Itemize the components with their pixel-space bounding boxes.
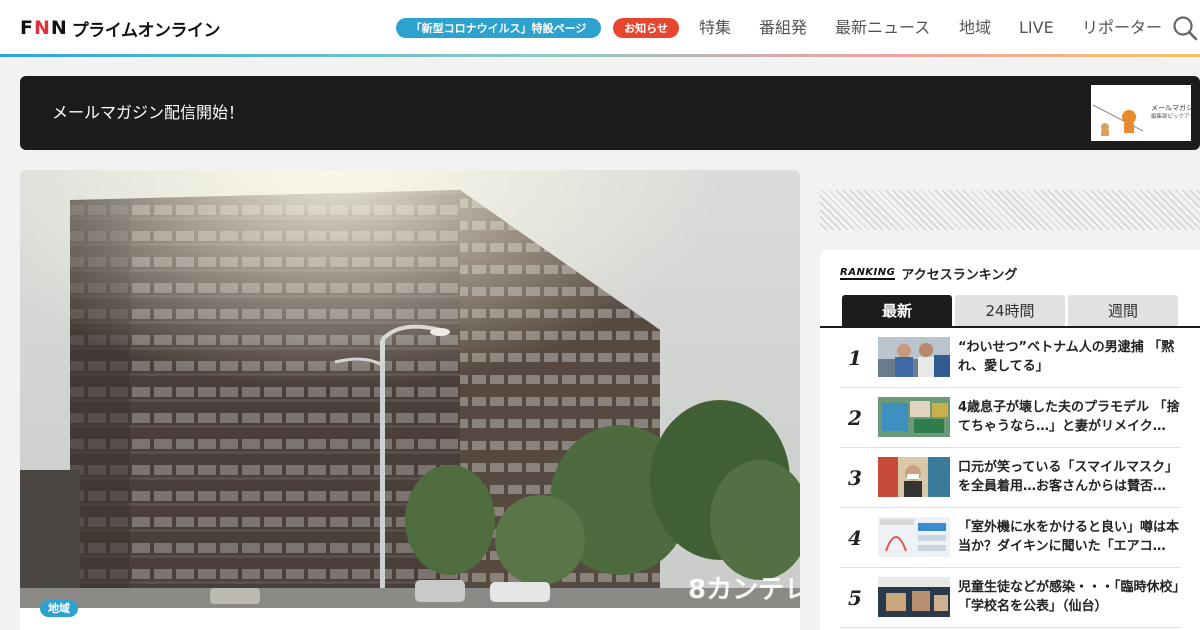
logo-fnn: FNN <box>20 17 68 39</box>
tab-latest[interactable]: 最新 <box>842 295 952 326</box>
ranking-header: RANKING アクセスランキング <box>840 264 1017 283</box>
kantele-watermark: 8カンテレ <box>688 575 800 605</box>
ranking-title[interactable]: 4歳息子が壊した夫のプラモデル 「捨てちゃうなら…」と妻がリメイク… <box>958 398 1182 436</box>
ranking-title[interactable]: 「室外機に水をかけると良い」噂は本当か？ダイキンに聞いた「エアコ… <box>958 518 1182 556</box>
rank-number: 4 <box>848 526 862 550</box>
site-logo[interactable]: FNN プライムオンライン <box>20 16 221 41</box>
rank-number: 1 <box>848 346 862 370</box>
access-ranking-panel: RANKING アクセスランキング 最新 24時間 週間 1 “わいせつ”ベトナ… <box>820 250 1200 630</box>
nav-features[interactable]: 特集 <box>699 18 731 38</box>
nav-reporters[interactable]: リポーター <box>1082 18 1162 38</box>
nav-region[interactable]: 地域 <box>959 18 991 38</box>
mail-magazine-thumbnail[interactable]: メールマガジン 編集部ピックアップ <box>1091 85 1191 141</box>
nav-programs[interactable]: 番組発 <box>759 18 807 38</box>
ranking-thumbnail[interactable] <box>878 337 950 377</box>
search-icon[interactable] <box>1172 15 1198 41</box>
article-card[interactable]: 8カンテレ 地域 <box>20 170 800 630</box>
ad-placeholder <box>820 190 1200 230</box>
logo-text: プライムオンライン <box>71 20 221 41</box>
rank-number: 3 <box>848 466 862 490</box>
ranking-thumbnail[interactable] <box>878 457 950 497</box>
ranking-item[interactable]: 4 「室外機に水をかけると良い」噂は本当か？ダイキンに聞いた「エアコ… <box>840 508 1180 568</box>
ranking-title[interactable]: 口元が笑っている「スマイルマスク」を全員着用…お客さんからは賛否… <box>958 458 1182 496</box>
ranking-item[interactable]: 2 4歳息子が壊した夫のプラモデル 「捨てちゃうなら…」と妻がリメイク… <box>840 388 1180 448</box>
ranking-item[interactable]: 3 口元が笑っている「スマイルマスク」を全員着用…お客さんからは賛否… <box>840 448 1180 508</box>
thumb-text-1: メールマガジン <box>1151 103 1191 112</box>
nav-live[interactable]: LIVE <box>1019 18 1054 38</box>
ranking-item[interactable]: 5 児童生徒などが感染・・・「臨時休校」「学校名を公表」（仙台） <box>840 568 1180 628</box>
mail-magazine-banner[interactable]: メールマガジン配信開始！ メールマガジン 編集部ピックアップ <box>20 76 1200 150</box>
article-main-image[interactable]: 8カンテレ <box>20 170 800 608</box>
ranking-label-en: RANKING <box>840 267 896 280</box>
ranking-item[interactable]: 1 “わいせつ”ベトナム人の男逮捕 「黙れ、愛してる」 <box>840 328 1180 388</box>
ranking-tabs: 最新 24時間 週間 <box>842 295 1181 326</box>
rank-number: 2 <box>848 406 862 430</box>
ranking-title[interactable]: 児童生徒などが感染・・・「臨時休校」「学校名を公表」（仙台） <box>958 578 1182 616</box>
ranking-thumbnail[interactable] <box>878 397 950 437</box>
category-tag[interactable]: 地域 <box>40 600 78 617</box>
tab-weekly[interactable]: 週間 <box>1068 295 1178 326</box>
ranking-thumbnail[interactable] <box>878 577 950 617</box>
ranking-label-ja: アクセスランキング <box>901 268 1018 283</box>
corona-special-link[interactable]: 「新型コロナウイルス」特設ページ <box>396 18 601 38</box>
nav-latest-news[interactable]: 最新ニュース <box>835 18 930 38</box>
tab-24h[interactable]: 24時間 <box>955 295 1065 326</box>
thumb-text-2: 編集部ピックアップ <box>1151 112 1191 120</box>
ranking-title[interactable]: “わいせつ”ベトナム人の男逮捕 「黙れ、愛してる」 <box>958 338 1182 376</box>
notice-link[interactable]: お知らせ <box>613 18 679 38</box>
ranking-list: 1 “わいせつ”ベトナム人の男逮捕 「黙れ、愛してる」 2 4歳息子が壊した夫の… <box>840 328 1180 628</box>
site-header: FNN プライムオンライン 「新型コロナウイルス」特設ページ お知らせ 特集 番… <box>0 0 1200 54</box>
banner-text: メールマガジン配信開始！ <box>52 103 245 122</box>
rank-number: 5 <box>848 586 862 610</box>
header-accent-line <box>0 54 1200 57</box>
ranking-thumbnail[interactable] <box>878 517 950 557</box>
